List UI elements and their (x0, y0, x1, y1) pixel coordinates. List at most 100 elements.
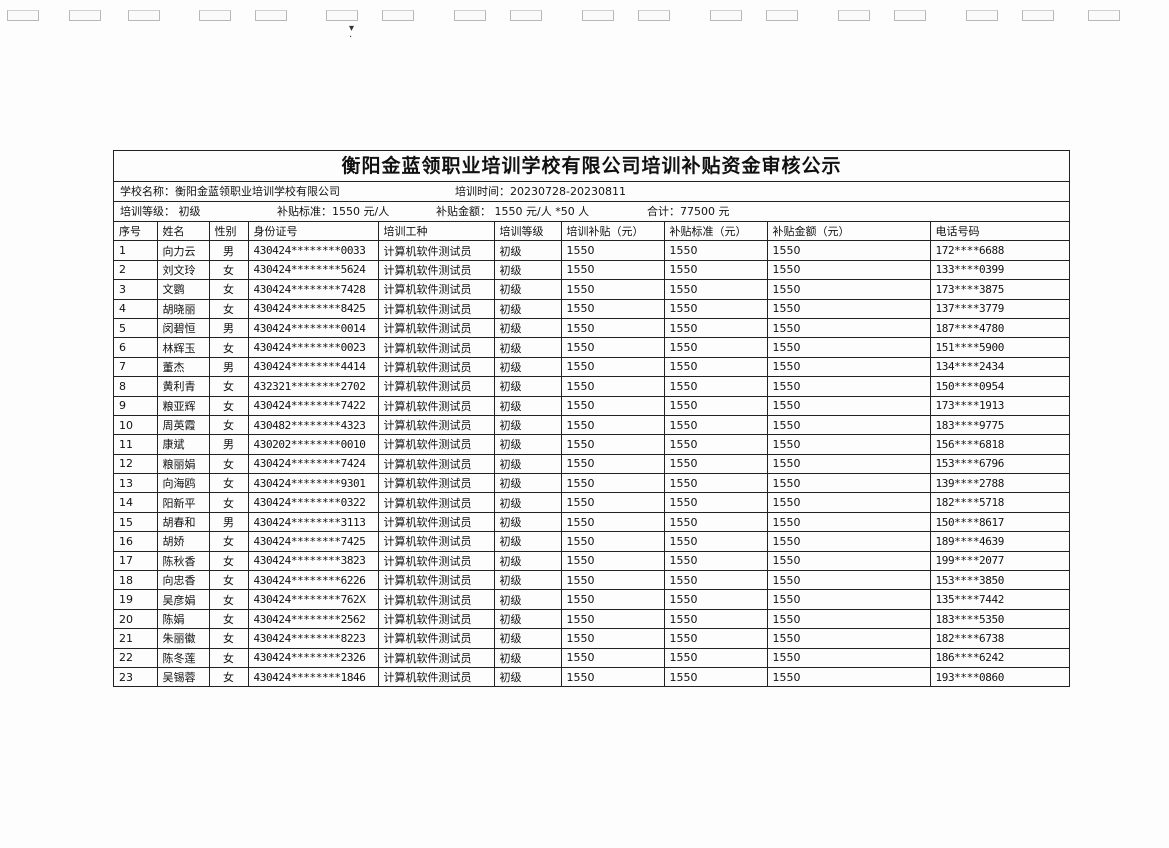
row-number: 11 (114, 434, 158, 455)
table-row: 8 黄利青女 432321********2702 计算机软件测试员 初级 1550 155… (114, 376, 1069, 397)
phone-cell: 183****9775 (929, 414, 1069, 436)
amount-cell: 1550 (766, 317, 931, 339)
trade-cell: 计算机软件测试员 (377, 414, 495, 436)
id-number-cell: 430424********8223 (247, 628, 379, 649)
gender-cell: 女 (208, 395, 249, 416)
id-number-cell: 430424********0033 (247, 240, 379, 261)
name-cell: 陈秋香 (156, 550, 210, 572)
trade-cell: 计算机软件测试员 (377, 259, 495, 281)
trade-cell: 计算机软件测试员 (377, 240, 495, 261)
amount-cell: 1550 (766, 628, 931, 649)
name-cell: 向力云 (156, 240, 210, 261)
row-number: 7 (114, 356, 158, 378)
subsidy-cell: 1550 (560, 473, 665, 494)
id-number-cell: 430424********8425 (247, 298, 379, 319)
subsidy-cell: 1550 (560, 279, 665, 300)
trade-cell: 计算机软件测试员 (377, 589, 495, 610)
phone-cell: 153****3850 (929, 570, 1069, 591)
id-number-cell: 430424********0023 (247, 337, 379, 358)
name-cell: 胡晓丽 (156, 298, 210, 319)
header-cell: 补贴标准（元） (663, 222, 768, 242)
name-cell: 林辉玉 (156, 337, 210, 358)
id-number-cell: 430424********6226 (247, 570, 379, 591)
row-number: 21 (114, 628, 158, 649)
table-row: 15 胡春和男 430424********3113 计算机软件测试员 初级 1550 15… (114, 511, 1069, 533)
amount-cell: 1550 (766, 589, 931, 610)
subsidy-cell: 1550 (560, 376, 665, 397)
document-title: 衡阳金蓝领职业培训学校有限公司培训补贴资金审核公示 (114, 151, 1069, 182)
phone-cell: 150****8617 (929, 511, 1069, 533)
standard-cell: 1550 (663, 666, 768, 687)
phone-cell: 150****0954 (929, 376, 1069, 397)
standard-cell: 1550 (663, 337, 768, 358)
table-row: 18 向忠香女 430424********6226 计算机软件测试员 初级 1550 15… (114, 570, 1069, 591)
table-row: 9 粮亚辉女 430424********7422 计算机软件测试员 初级 1550 155… (114, 395, 1069, 416)
level-cell: 初级 (493, 589, 562, 610)
gender-cell: 女 (208, 628, 249, 649)
table-row: 10 周英霞女 430482********4323 计算机软件测试员 初级 1550 15… (114, 414, 1069, 436)
row-number: 15 (114, 511, 158, 533)
id-number-cell: 430424********2562 (247, 608, 379, 630)
phone-cell: 173****3875 (929, 279, 1069, 300)
row-number: 3 (114, 279, 158, 300)
phone-cell: 134****2434 (929, 356, 1069, 378)
subsidy-cell: 1550 (560, 337, 665, 358)
row-number: 10 (114, 414, 158, 436)
name-cell: 向海鸥 (156, 473, 210, 494)
level-cell: 初级 (493, 511, 562, 533)
name-cell: 粮亚辉 (156, 395, 210, 416)
subsidy-cell: 1550 (560, 608, 665, 630)
subsidy-cell: 1550 (560, 531, 665, 552)
amount-cell: 1550 (766, 608, 931, 630)
subsidy-cell: 1550 (560, 647, 665, 668)
level-cell: 初级 (493, 570, 562, 591)
trade-cell: 计算机软件测试员 (377, 608, 495, 630)
phone-cell: 193****0860 (929, 666, 1069, 687)
row-number: 23 (114, 666, 158, 687)
standard-cell: 1550 (663, 608, 768, 630)
id-number-cell: 430424********2326 (247, 647, 379, 668)
row-number: 16 (114, 531, 158, 552)
id-number-cell: 430424********7422 (247, 395, 379, 416)
row-number: 1 (114, 240, 158, 261)
id-number-cell: 430424********762X (247, 589, 379, 610)
phone-cell: 133****0399 (929, 259, 1069, 281)
training-level: 培训等级： 初级 (120, 205, 201, 218)
name-cell: 康斌 (156, 434, 210, 455)
header-cell: 培训工种 (377, 222, 495, 242)
phone-cell: 182****6738 (929, 628, 1069, 649)
standard-cell: 1550 (663, 473, 768, 494)
level-cell: 初级 (493, 414, 562, 436)
standard-cell: 1550 (663, 356, 768, 378)
phone-cell: 182****5718 (929, 492, 1069, 513)
header-cell: 电话号码 (929, 222, 1069, 242)
standard-cell: 1550 (663, 492, 768, 513)
subsidy-cell: 1550 (560, 511, 665, 533)
level-cell: 初级 (493, 453, 562, 475)
gender-cell: 男 (208, 317, 249, 339)
row-number: 8 (114, 376, 158, 397)
id-number-cell: 430424********7428 (247, 279, 379, 300)
header-cell: 性别 (208, 222, 249, 242)
subsidy-cell: 1550 (560, 570, 665, 591)
training-period: 培训时间：20230728-20230811 (455, 185, 626, 198)
trade-cell: 计算机软件测试员 (377, 511, 495, 533)
subsidy-cell: 1550 (560, 434, 665, 455)
table-row: 5 闵碧恒男 430424********0014 计算机软件测试员 初级 1550 155… (114, 317, 1069, 339)
gender-cell: 男 (208, 240, 249, 261)
table-row: 12 粮丽娟女 430424********7424 计算机软件测试员 初级 1550 15… (114, 453, 1069, 475)
standard-cell: 1550 (663, 414, 768, 436)
gender-cell: 女 (208, 453, 249, 475)
header-cell: 姓名 (156, 222, 210, 242)
level-cell: 初级 (493, 434, 562, 455)
table-body: 1 向力云男 430424********0033 计算机软件测试员 初级 1550 155… (114, 240, 1069, 687)
scan-speck: ▾ · (349, 23, 355, 43)
gender-cell: 女 (208, 259, 249, 281)
table-row: 20 陈娟女 430424********2562 计算机软件测试员 初级 1550 155… (114, 608, 1069, 630)
standard-cell: 1550 (663, 259, 768, 281)
name-cell: 闵碧恒 (156, 317, 210, 339)
id-number-cell: 430424********3113 (247, 511, 379, 533)
trade-cell: 计算机软件测试员 (377, 473, 495, 494)
table-row: 19 吴彦娟女 430424********762X 计算机软件测试员 初级 1550 15… (114, 589, 1069, 610)
standard-cell: 1550 (663, 298, 768, 319)
